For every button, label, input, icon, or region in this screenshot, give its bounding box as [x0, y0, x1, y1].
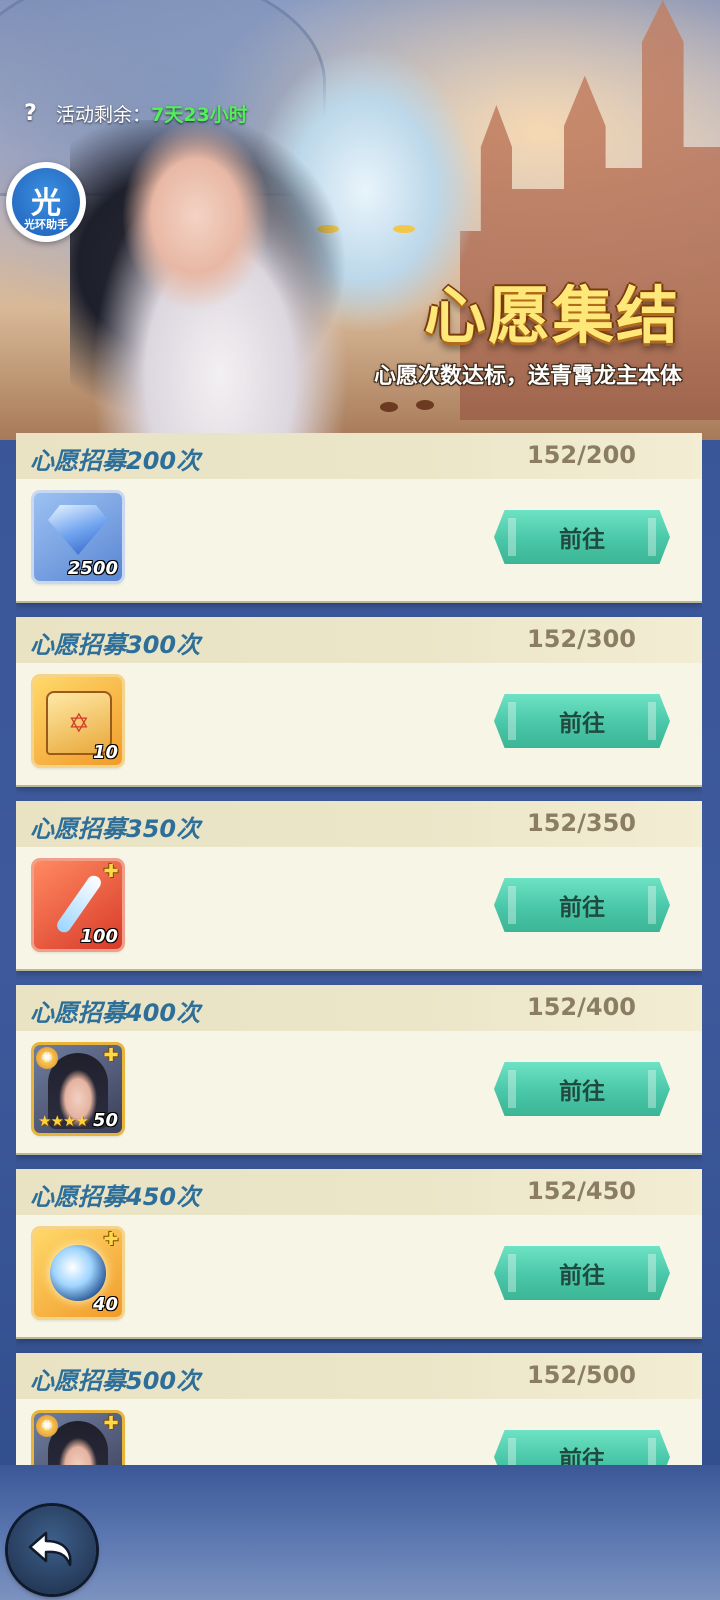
assistant-floating-button[interactable]: 光 光环助手 — [6, 162, 86, 242]
element-badge-icon: ✺ — [36, 1047, 58, 1069]
task-card: 心愿招募400次 152/400 ✺ ✚ ★★★★ 50 前往 — [16, 985, 702, 1153]
remaining-value: 7天23小时 — [151, 104, 248, 126]
reward-quantity: 2500 — [67, 558, 118, 579]
remaining-label: 活动剩余： — [56, 104, 152, 126]
heroine-art — [70, 120, 370, 440]
task-card-header: 心愿招募350次 152/350 — [16, 801, 702, 847]
task-card-header: 心愿招募400次 152/400 — [16, 985, 702, 1031]
crystal-wand-icon[interactable]: ✚ 100 — [34, 861, 122, 949]
go-button-label: 前往 — [559, 711, 605, 737]
task-progress: 152/500 — [527, 1361, 636, 1389]
plus-badge-icon: ✚ — [103, 1413, 119, 1434]
go-button[interactable]: 前往 — [494, 1430, 670, 1465]
reward-quantity: 50 — [92, 1110, 118, 1131]
question-mark-icon[interactable]: ? — [24, 102, 46, 125]
task-card: 心愿招募450次 152/450 ✚ 40 前往 — [16, 1169, 702, 1337]
task-list[interactable]: 心愿招募200次 152/200 2500 前往 心愿招募300次 152/30… — [16, 433, 702, 1465]
go-button[interactable]: 前往 — [494, 878, 670, 932]
task-progress: 152/350 — [527, 809, 636, 837]
task-progress: 152/400 — [527, 993, 636, 1021]
orb-shape — [50, 1245, 106, 1301]
go-button[interactable]: 前往 — [494, 510, 670, 564]
element-badge-icon: ✺ — [36, 1415, 58, 1437]
assistant-logo-text: 光环助手 — [24, 218, 68, 231]
back-arrow-icon — [26, 1527, 78, 1573]
task-title: 心愿招募200次 — [30, 447, 201, 475]
reward-quantity: 10 — [92, 742, 118, 763]
plus-badge-icon: ✚ — [103, 861, 119, 882]
go-button[interactable]: 前往 — [494, 694, 670, 748]
dragon-eye — [393, 225, 415, 233]
diamond-gem-icon[interactable]: 2500 — [34, 493, 122, 581]
reward-quantity: 100 — [80, 926, 118, 947]
event-banner: ? 活动剩余： 7天23小时 光 光环助手 心愿集结 心愿次数达标，送青霄龙主本… — [0, 0, 720, 440]
event-subtitle: 心愿次数达标，送青霄龙主本体 — [373, 364, 682, 389]
spirit-orb-icon[interactable]: ✚ 40 — [34, 1229, 122, 1317]
task-card: 心愿招募350次 152/350 ✚ 100 前往 — [16, 801, 702, 969]
summon-scroll-icon[interactable]: ✡ 10 — [34, 677, 122, 765]
gem-shape — [48, 505, 108, 555]
bottom-background — [0, 1465, 720, 1600]
task-card-header: 心愿招募300次 152/300 — [16, 617, 702, 663]
event-title: 心愿集结 — [423, 279, 680, 352]
star-rating-icon: ★★★★ — [38, 1112, 89, 1130]
hero-portrait-icon[interactable]: ✺ ✚ — [34, 1413, 122, 1465]
task-title: 心愿招募300次 — [30, 631, 201, 659]
reward-quantity: 40 — [92, 1294, 118, 1315]
plus-badge-icon: ✚ — [103, 1045, 119, 1066]
plus-badge-icon: ✚ — [103, 1229, 119, 1250]
hexagram-icon: ✡ — [68, 709, 90, 739]
task-progress: 152/200 — [527, 441, 636, 469]
task-progress: 152/300 — [527, 625, 636, 653]
go-button-label: 前往 — [559, 895, 605, 921]
task-card: 心愿招募500次 152/500 ✺ ✚ 前往 — [16, 1353, 702, 1465]
back-button[interactable] — [8, 1506, 96, 1594]
task-title: 心愿招募400次 — [30, 999, 201, 1027]
task-progress: 152/450 — [527, 1177, 636, 1205]
go-button-label: 前往 — [559, 1263, 605, 1289]
go-button[interactable]: 前往 — [494, 1246, 670, 1300]
task-card: 心愿招募200次 152/200 2500 前往 — [16, 433, 702, 601]
task-card-header: 心愿招募200次 152/200 — [16, 433, 702, 479]
hero-portrait-icon[interactable]: ✺ ✚ ★★★★ 50 — [34, 1045, 122, 1133]
go-button-label: 前往 — [559, 527, 605, 553]
task-title: 心愿招募500次 — [30, 1367, 201, 1395]
go-button-label: 前往 — [559, 1079, 605, 1105]
task-card-header: 心愿招募450次 152/450 — [16, 1169, 702, 1215]
task-card: 心愿招募300次 152/300 ✡ 10 前往 — [16, 617, 702, 785]
go-button[interactable]: 前往 — [494, 1062, 670, 1116]
assistant-badge: 光 光环助手 — [12, 168, 80, 236]
task-title: 心愿招募350次 — [30, 815, 201, 843]
task-title: 心愿招募450次 — [30, 1183, 201, 1211]
stones-art — [380, 400, 440, 414]
castle-art — [460, 0, 720, 420]
event-timer: ? 活动剩余： 7天23小时 — [24, 100, 248, 127]
go-button-label: 前往 — [559, 1447, 605, 1465]
task-card-header: 心愿招募500次 152/500 — [16, 1353, 702, 1399]
